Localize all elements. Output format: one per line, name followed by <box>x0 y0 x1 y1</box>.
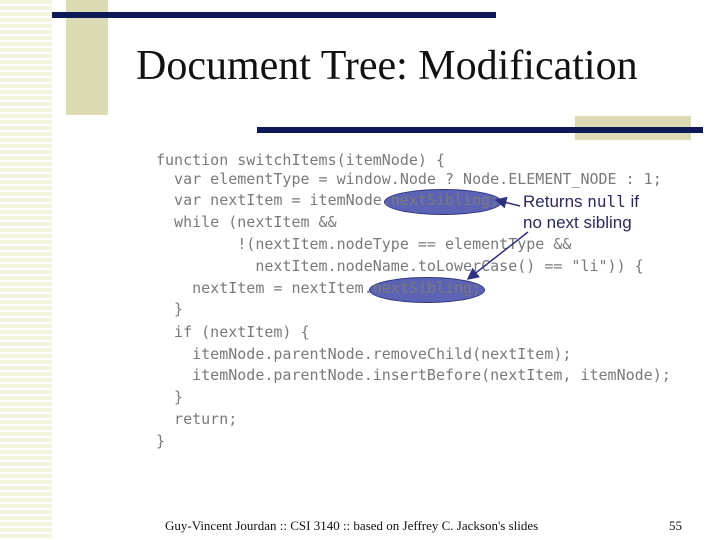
page-number: 55 <box>669 518 682 533</box>
arrow-to-second-next-sibling <box>466 231 529 280</box>
footer-credit: Guy-Vincent Jourdan :: CSI 3140 :: based… <box>165 518 539 533</box>
callout-arrows <box>466 196 529 280</box>
arrow-to-first-next-sibling <box>494 196 521 209</box>
